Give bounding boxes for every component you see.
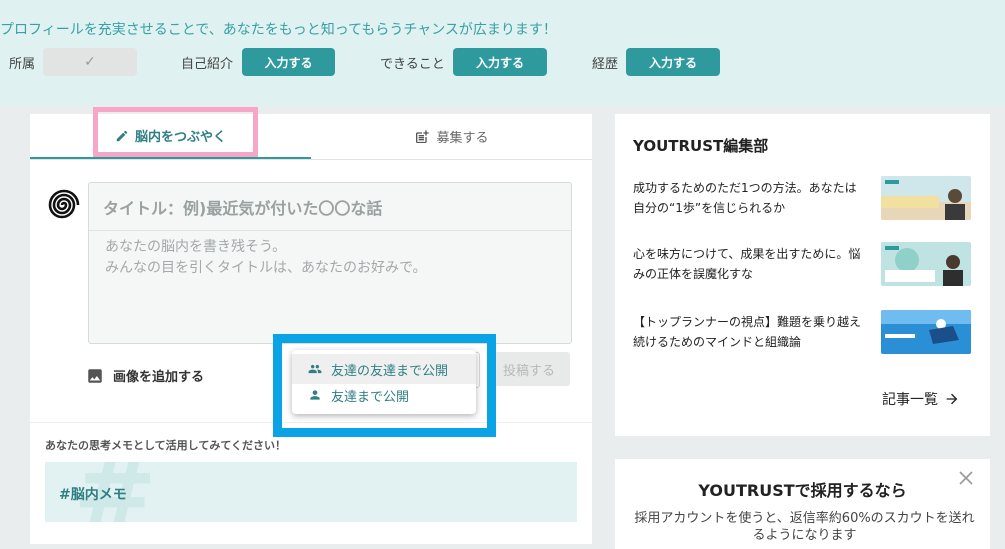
article-item[interactable]: 【トップランナーの視点】難題を乗り越え続けるためのマインドと組織論 [633, 310, 978, 356]
visibility-option-label: 友達まで公開 [331, 389, 410, 405]
memo-hashtag-banner[interactable]: # #脳内メモ [45, 462, 577, 522]
submit-post-button[interactable]: 投稿する [488, 352, 570, 386]
article-list-link[interactable]: 記事一覧 [882, 389, 960, 409]
profile-banner: プロフィールを充実させることで、あなたをもっと知ってもらうチャンスが広まります！… [0, 0, 1005, 105]
career-input-button[interactable]: 入力する [626, 48, 720, 76]
skills-input-button[interactable]: 入力する [453, 48, 547, 76]
editorial-title: YOUTRUST編集部 [633, 137, 769, 155]
article-item[interactable]: 成功するためのただ1つの方法。あなたは自分の“1歩”を信じられるか [633, 176, 978, 222]
memo-hashtag-label: #脳内メモ [59, 487, 127, 503]
article-thumbnail [881, 176, 971, 220]
check-icon: ✓ [84, 54, 96, 70]
image-icon [88, 368, 102, 383]
article-title: 【トップランナーの視点】難題を乗り越え続けるためのマインドと組織論 [633, 315, 862, 349]
avatar[interactable] [44, 187, 80, 223]
tab-recruit-post[interactable]: 募集する [311, 114, 592, 159]
post-editor: タイトル：例)最近気が付いた〇〇な話 あなたの脳内を書き残そう。 みんなの目を引… [88, 182, 572, 344]
post-add-icon [416, 129, 430, 143]
recruit-title: YOUTRUSTで採用するなら [698, 481, 907, 500]
article-item[interactable]: 心を味方につけて、成果を出すために。悩みの正体を誤魔化すな [633, 242, 978, 288]
post-title-input[interactable]: タイトル：例)最近気が付いた〇〇な話 [89, 183, 571, 231]
visibility-option-label: 友達の友達まで公開 [331, 363, 449, 379]
post-body-input[interactable]: あなたの脳内を書き残そう。 みんなの目を引くタイトルは、あなたのお好みで。 [105, 237, 426, 279]
profile-field-label-affiliation: 所属 [9, 57, 36, 72]
article-thumbnail [881, 242, 971, 286]
profile-field-label-skills: できること [380, 57, 445, 72]
add-image-label: 画像を追加する [113, 370, 205, 385]
people-icon [308, 364, 322, 374]
article-list-label: 記事一覧 [882, 392, 938, 408]
profile-field-label-intro: 自己紹介 [181, 57, 234, 72]
affiliation-done-button[interactable]: ✓ [43, 48, 137, 76]
add-image-button[interactable]: 画像を追加する [86, 366, 204, 385]
intro-input-button[interactable]: 入力する [242, 48, 335, 76]
article-title: 成功するためのただ1つの方法。あなたは自分の“1歩”を信じられるか [633, 181, 857, 215]
recruit-promo-card: YOUTRUSTで採用するなら 採用アカウントを使うと、返信率約60%のスカウト… [615, 459, 990, 549]
memo-hint: あなたの思考メモとして活用してみてください！ [45, 439, 287, 452]
close-icon[interactable] [958, 470, 974, 486]
visibility-dropdown: 友達の友達まで公開 友達まで公開 [292, 350, 476, 414]
arrow-right-icon [946, 393, 958, 405]
article-title: 心を味方につけて、成果を出すために。悩みの正体を誤魔化すな [633, 247, 861, 281]
tab-recruit-post-label: 募集する [436, 131, 489, 146]
profile-field-label-career: 経歴 [592, 57, 619, 72]
post-composer-card: 脳内をつぶやく 募集する タイトル：例)最近気が付いた〇〇な話 あなたの脳内を書… [30, 114, 592, 544]
banner-message: プロフィールを充実させることで、あなたをもっと知ってもらうチャンスが広まります！ [0, 22, 557, 38]
highlight-frame-tab [93, 107, 258, 157]
editorial-card: YOUTRUST編集部 成功するためのただ1つの方法。あなたは自分の“1歩”を信… [615, 114, 990, 436]
person-icon [310, 390, 320, 400]
article-thumbnail [881, 310, 971, 354]
visibility-option-friends[interactable]: 友達まで公開 [292, 380, 476, 410]
